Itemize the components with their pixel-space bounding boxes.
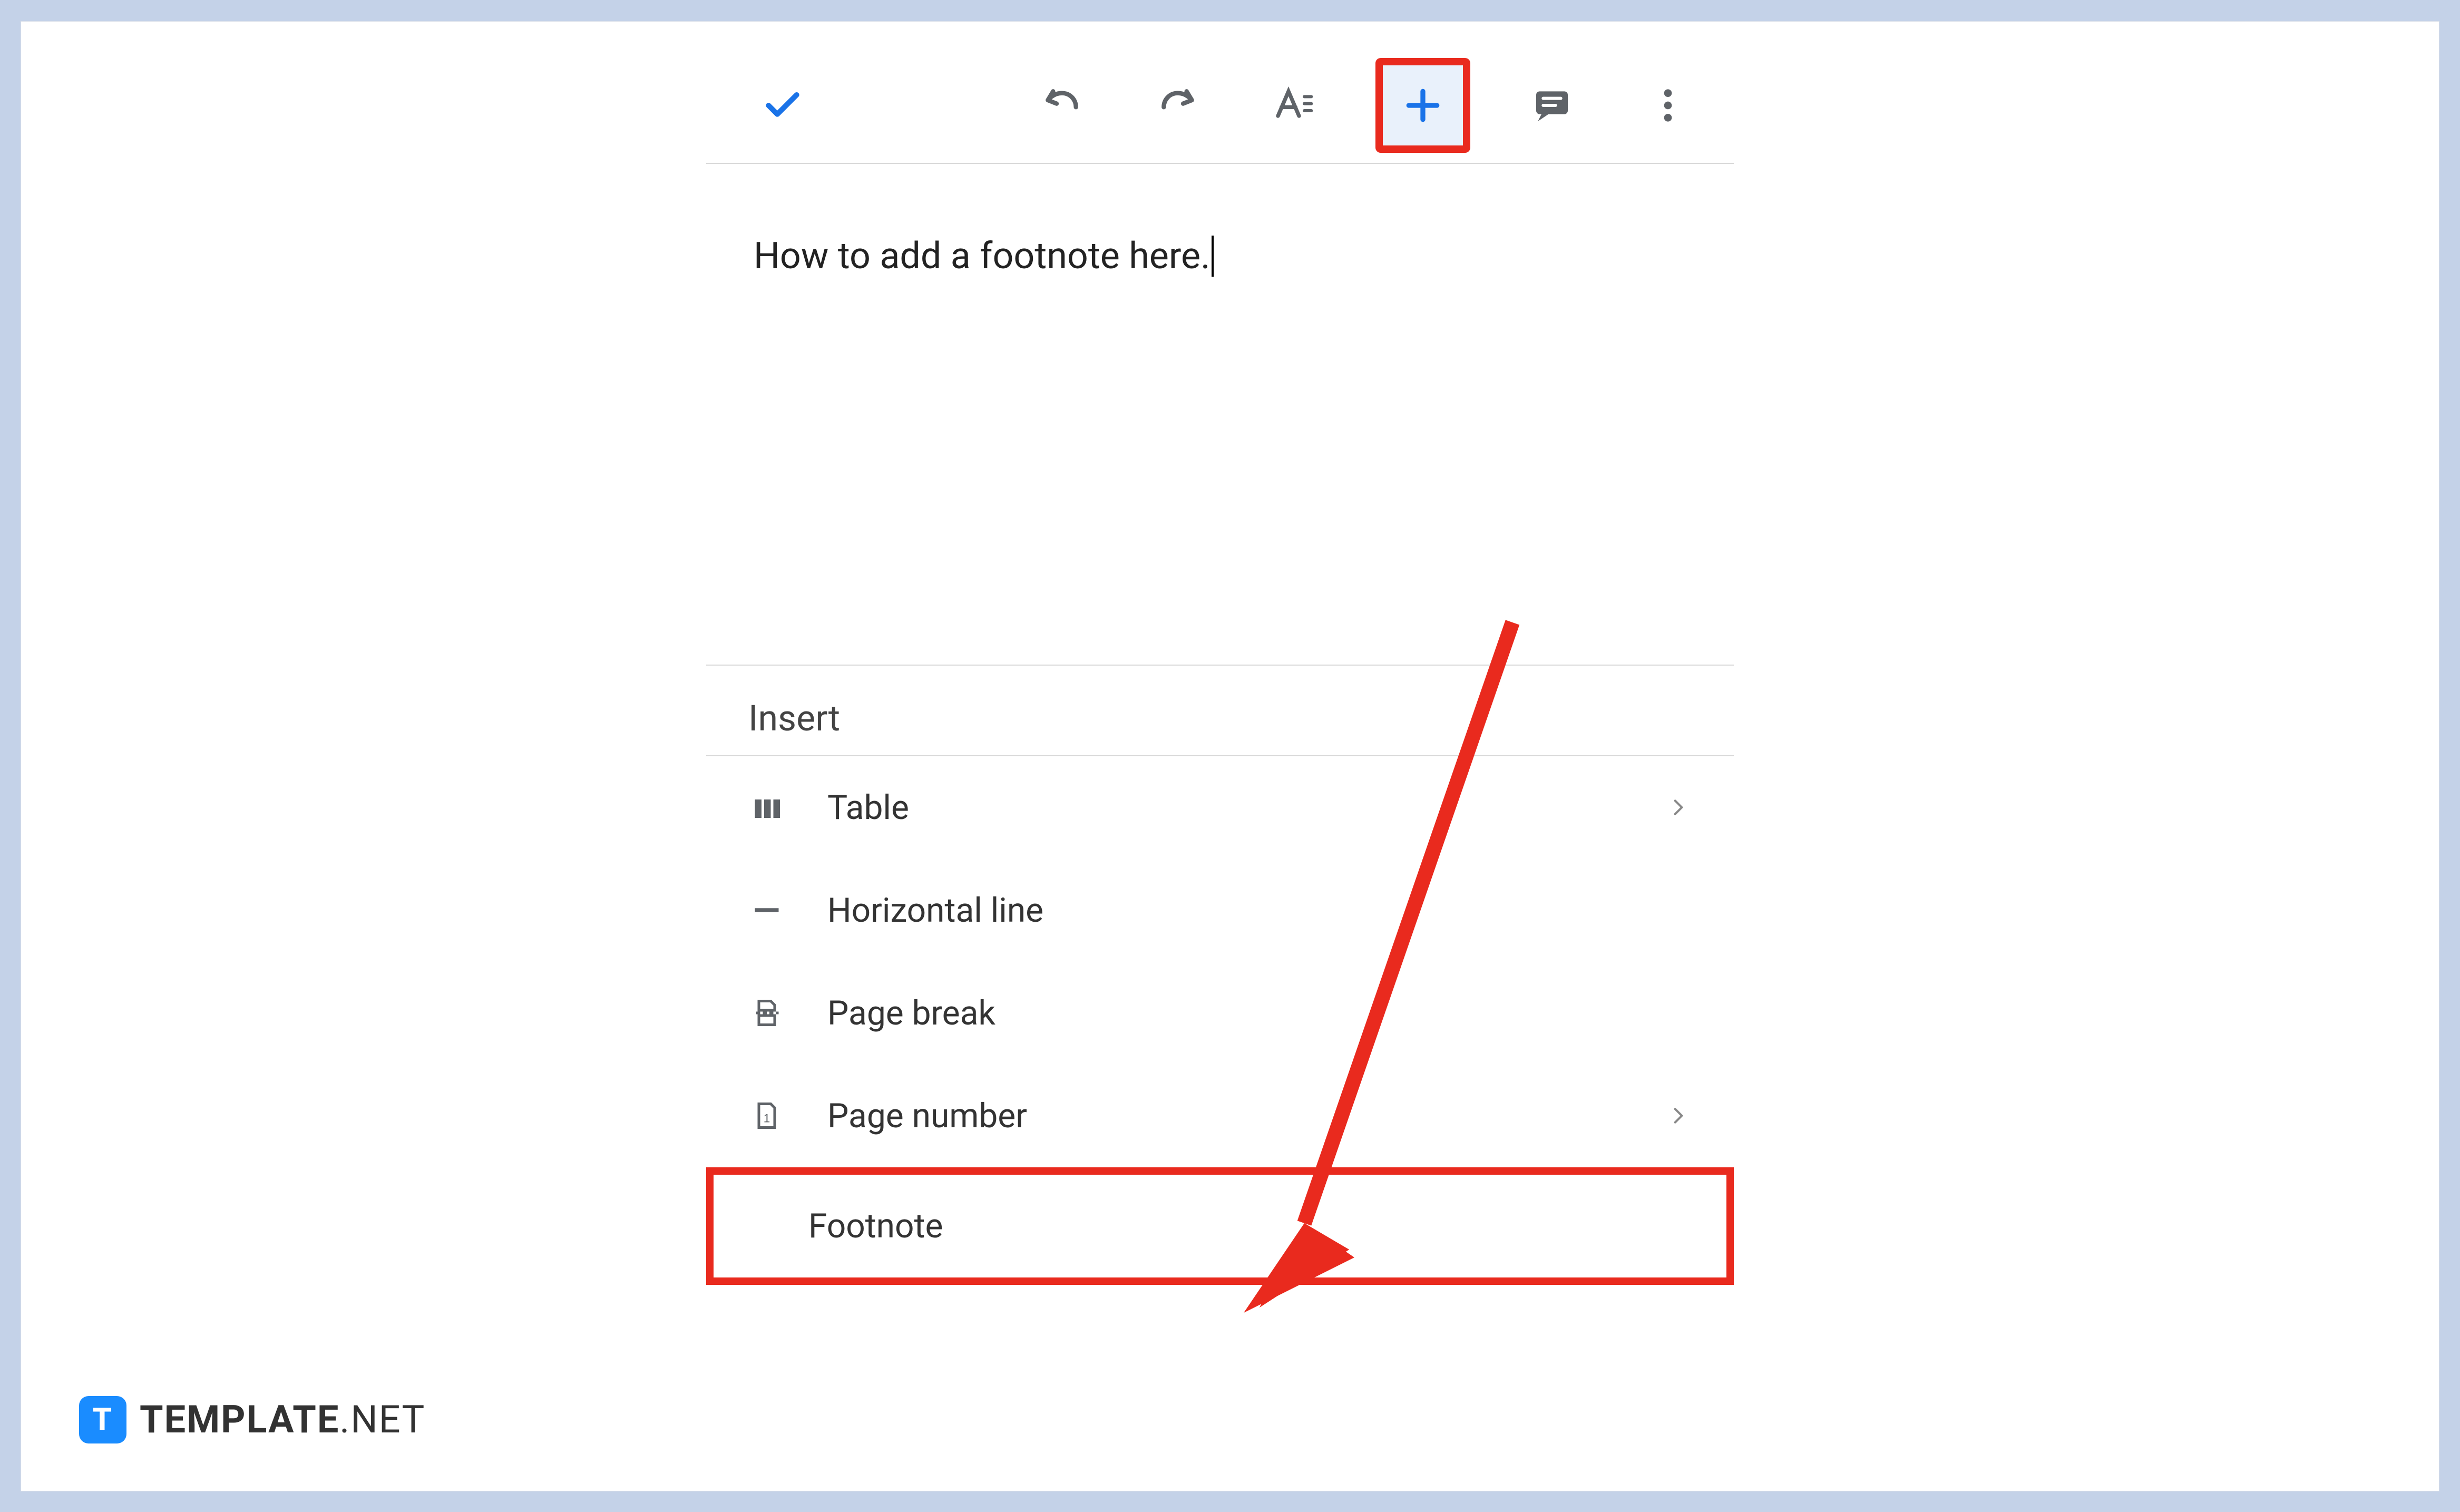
- menu-item-footnote[interactable]: Footnote: [706, 1167, 1734, 1285]
- redo-icon: [1157, 84, 1199, 126]
- text-format-button[interactable]: [1260, 71, 1328, 140]
- chevron-right-icon: [1665, 794, 1692, 821]
- menu-item-label: Table: [827, 788, 1623, 827]
- chevron-right-icon: [1665, 1103, 1692, 1129]
- text-cursor: [1212, 236, 1214, 277]
- page-break-icon: [748, 994, 785, 1031]
- menu-item-label: Page break: [827, 993, 1692, 1033]
- undo-icon: [1041, 84, 1083, 126]
- editor-toolbar: [706, 48, 1734, 164]
- watermark-logo-letter: T: [93, 1402, 113, 1438]
- tutorial-frame: How to add a footnote here. Insert Table: [21, 21, 2439, 1491]
- watermark: T TEMPLATE.NET: [79, 1396, 425, 1443]
- comment-icon: [1531, 84, 1573, 126]
- menu-item-table[interactable]: Table: [706, 756, 1734, 859]
- comment-button[interactable]: [1518, 71, 1586, 140]
- watermark-suffix: .NET: [339, 1397, 425, 1442]
- page-number-icon: 1: [748, 1097, 785, 1134]
- menu-item-page-break[interactable]: Page break: [706, 962, 1734, 1065]
- watermark-brand: TEMPLATE: [140, 1397, 339, 1442]
- document-body[interactable]: How to add a footnote here.: [706, 164, 1734, 665]
- done-button[interactable]: [748, 71, 817, 140]
- svg-text:1: 1: [764, 1112, 770, 1125]
- horizontal-line-icon: [748, 892, 785, 929]
- menu-item-horizontal-line[interactable]: Horizontal line: [706, 859, 1734, 962]
- insert-menu-title: Insert: [706, 687, 1734, 755]
- insert-menu-sheet: Insert Table Horizontal line: [706, 665, 1734, 1285]
- mobile-docs-editor: How to add a footnote here. Insert Table: [706, 48, 1734, 1471]
- menu-item-label: Footnote: [808, 1206, 1684, 1246]
- more-vertical-icon: [1647, 84, 1689, 126]
- redo-button[interactable]: [1144, 71, 1212, 140]
- menu-item-label: Page number: [827, 1096, 1623, 1136]
- insert-button[interactable]: [1375, 58, 1470, 153]
- undo-button[interactable]: [1028, 71, 1096, 140]
- text-format-icon: [1273, 84, 1315, 126]
- checkmark-icon: [762, 84, 804, 126]
- plus-icon: [1402, 84, 1444, 126]
- menu-item-label: Horizontal line: [827, 891, 1692, 930]
- document-text: How to add a footnote here.: [754, 232, 1211, 280]
- menu-item-page-number[interactable]: 1 Page number: [706, 1065, 1734, 1167]
- watermark-logo: T: [79, 1396, 126, 1443]
- table-icon: [748, 789, 785, 826]
- more-button[interactable]: [1634, 71, 1702, 140]
